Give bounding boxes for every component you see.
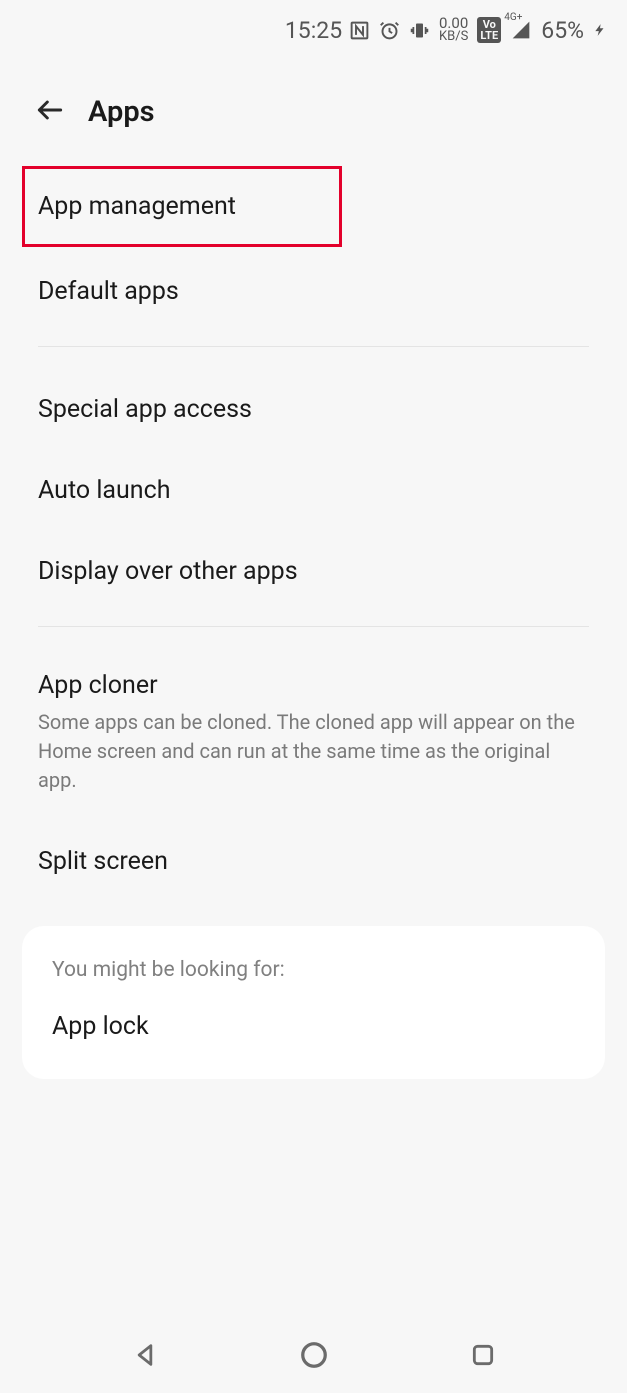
nav-home-button[interactable] [284, 1340, 344, 1370]
vibrate-icon [409, 20, 430, 41]
nav-back-button[interactable] [115, 1341, 175, 1369]
suggestion-app-lock[interactable]: App lock [52, 1012, 575, 1041]
row-label: App management [38, 192, 236, 221]
divider [38, 626, 589, 627]
row-app-cloner[interactable]: App cloner Some apps can be cloned. The … [22, 641, 605, 821]
row-auto-launch[interactable]: Auto launch [22, 450, 605, 531]
row-label: App cloner [38, 671, 158, 700]
alarm-icon [379, 20, 400, 41]
row-split-screen[interactable]: Split screen [22, 821, 605, 902]
row-app-management[interactable]: App management [22, 166, 342, 247]
volte-badge: Vo LTE [477, 17, 501, 43]
suggestion-card: You might be looking for: App lock [22, 926, 605, 1079]
status-bar: 15:25 0.00 KB/S Vo LTE [0, 0, 627, 60]
back-icon[interactable] [34, 94, 66, 130]
app-header: Apps [0, 60, 627, 160]
row-subtitle: Some apps can be cloned. The cloned app … [38, 708, 589, 795]
navigation-bar [0, 1323, 627, 1393]
row-label: Split screen [38, 847, 168, 876]
nfc-icon [349, 20, 370, 41]
data-rate-indicator: 0.00 KB/S [439, 17, 468, 42]
row-label: Auto launch [38, 476, 170, 505]
data-rate-unit: KB/S [439, 31, 468, 43]
divider [38, 346, 589, 347]
row-default-apps[interactable]: Default apps [22, 251, 605, 332]
row-label: Display over other apps [38, 557, 298, 586]
signal-icon: 4G+ [510, 20, 532, 40]
status-right-group: 0.00 KB/S Vo LTE 4G+ 65% [349, 17, 607, 44]
row-label: Default apps [38, 277, 179, 306]
page-title: Apps [88, 95, 155, 129]
nav-recents-button[interactable] [453, 1342, 513, 1368]
suggestion-hint: You might be looking for: [52, 958, 575, 982]
settings-list: App management Default apps Special app … [0, 166, 627, 902]
battery-percentage: 65% [541, 17, 584, 44]
row-special-app-access[interactable]: Special app access [22, 361, 605, 450]
charging-icon [593, 19, 607, 41]
row-display-over-other-apps[interactable]: Display over other apps [22, 531, 605, 612]
row-label: Special app access [38, 395, 252, 424]
